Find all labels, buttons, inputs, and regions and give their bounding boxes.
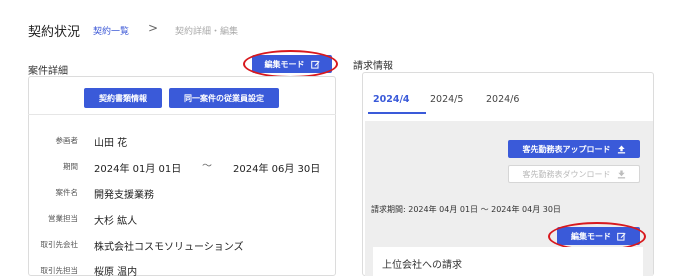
period-separator: 〜 (202, 161, 212, 172)
billing-period-text: 請求期間: 2024年 04月 01日 〜 2024年 04月 30日 (371, 205, 561, 214)
highlight-ring (243, 50, 338, 78)
divider (28, 114, 336, 115)
timesheet-upload-button[interactable]: 客先勤務表アップロード (508, 140, 640, 158)
download-icon (617, 169, 625, 178)
timesheet-download-button[interactable]: 客先勤務表ダウンロード (508, 165, 640, 183)
contract-docs-button[interactable]: 契約書類情報 (84, 88, 162, 108)
project-detail-title: 案件詳細 (28, 66, 68, 77)
period-start-value: 2024年 01月 01日 (94, 164, 182, 175)
breadcrumb-current: 契約詳細・編集 (175, 27, 239, 37)
client-contact-value: 桜原 温内 (94, 267, 138, 278)
sales-rep-label: 営業担当 (48, 214, 78, 223)
same-project-employee-button[interactable]: 同一案件の従業員設定 (169, 88, 279, 108)
period-end-value: 2024年 06月 30日 (233, 164, 321, 175)
client-contact-label: 取引先担当 (40, 266, 79, 275)
tab-2024-4[interactable]: 2024/4 (373, 94, 410, 105)
tab-2024-5[interactable]: 2024/5 (430, 94, 463, 105)
billing-info-title: 請求情報 (353, 61, 393, 72)
participant-value: 山田 花 (94, 138, 128, 149)
upload-icon (617, 144, 625, 153)
tab-2024-6[interactable]: 2024/6 (486, 94, 519, 105)
project-name-label: 案件名 (55, 188, 79, 197)
breadcrumb-contract-list[interactable]: 契約一覧 (93, 24, 129, 37)
participant-label: 参画者 (55, 136, 79, 145)
timesheet-download-label: 客先勤務表ダウンロード (522, 169, 611, 179)
sales-rep-value: 大杉 紘人 (94, 216, 138, 227)
period-label: 期間 (63, 162, 78, 171)
client-company-label: 取引先会社 (40, 240, 79, 249)
page-title: 契約状況 (28, 25, 81, 40)
active-tab-indicator (368, 112, 426, 114)
client-company-value: 株式会社コスモソリューションズ (94, 242, 244, 253)
timesheet-upload-label: 客先勤務表アップロード (522, 144, 611, 154)
breadcrumb-separator: > (148, 21, 159, 35)
project-name-value: 開発支援業務 (94, 190, 154, 201)
